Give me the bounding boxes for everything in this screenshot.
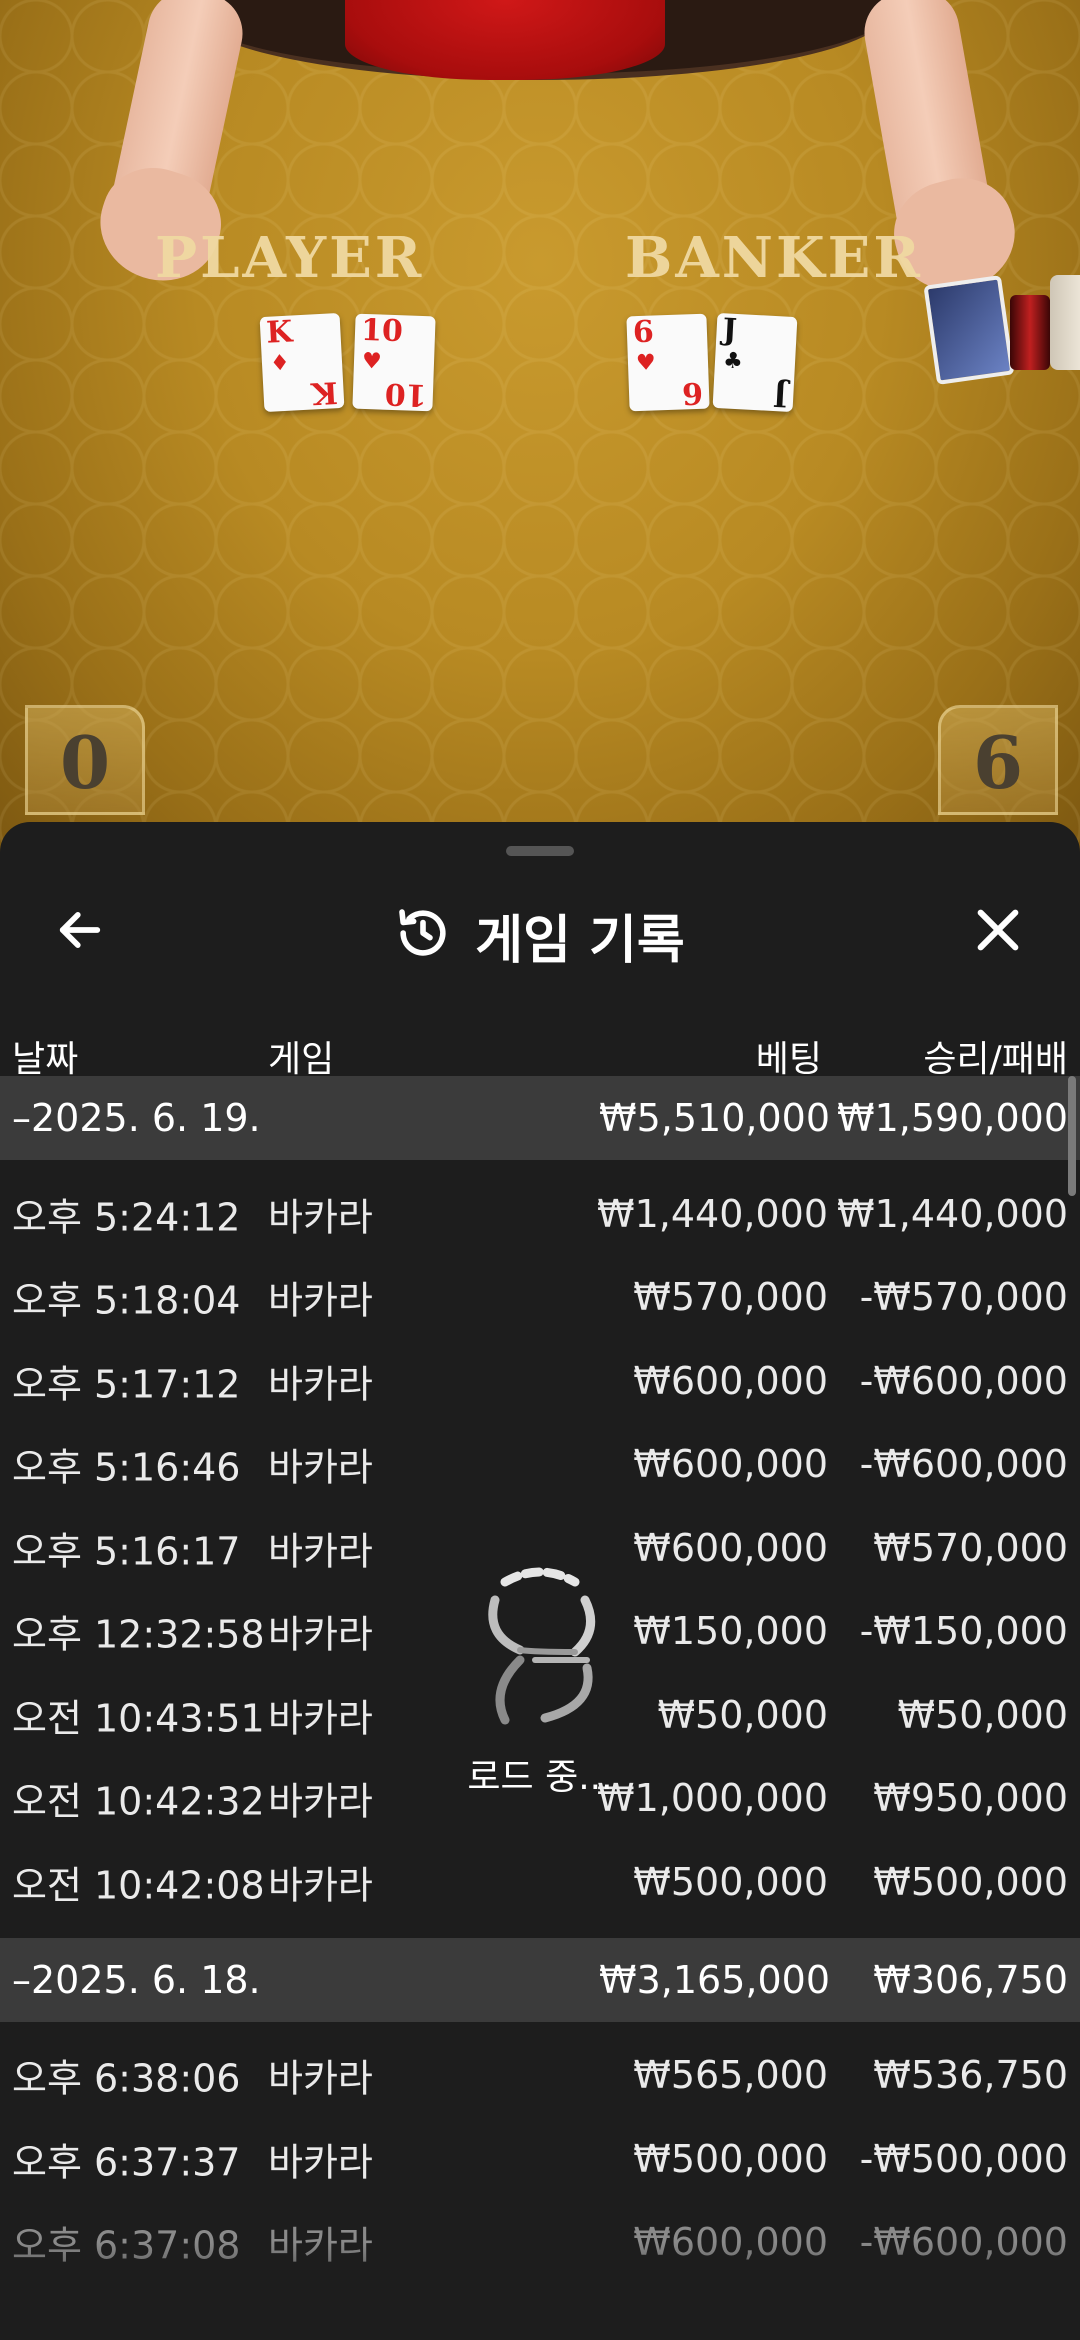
row-game: 바카라: [268, 1195, 373, 1240]
arrow-left-icon: [54, 904, 106, 960]
row-bet: ₩50,000: [657, 1692, 828, 1737]
group-total-win: ₩306,750: [873, 1957, 1068, 2002]
row-game: 바카라: [268, 1278, 373, 1323]
row-game: 바카라: [268, 1362, 373, 1407]
row-time: 오후 5:24:12: [12, 1195, 241, 1240]
row-game: 바카라: [268, 2140, 373, 2185]
banker-card-1: 6 ♥ 6: [626, 313, 710, 412]
row-bet: ₩565,000: [633, 2053, 828, 2098]
banker-label: BANKER: [625, 225, 923, 291]
row-game: 바카라: [268, 1696, 373, 1741]
card-shoe: [1010, 295, 1050, 370]
row-bet: ₩500,000: [633, 1859, 828, 1904]
player-card-1: K ♦ K: [259, 312, 345, 413]
column-header-date: 날짜: [12, 1039, 79, 1080]
row-bet: ₩600,000: [633, 1525, 828, 1570]
row-win-loss: ₩570,000: [873, 1525, 1068, 1570]
row-time: 오후 5:16:46: [12, 1445, 241, 1490]
loading-spinner-icon: [475, 1560, 605, 1734]
banker-card-2: J ♣ J: [712, 312, 798, 413]
row-time: 오후 6:38:06: [12, 2056, 241, 2101]
column-header-bet: 베팅: [755, 1039, 822, 1080]
discard-tray: [1050, 275, 1080, 370]
history-row[interactable]: 오전 10:42:08 바카라 ₩500,000 ₩500,000: [0, 1840, 1080, 1924]
group-total-win: ₩1,590,000: [837, 1096, 1068, 1140]
date-group-header[interactable]: –2025. 6. 19. ₩5,510,000 ₩1,590,000: [0, 1076, 1080, 1160]
group-total-bet: ₩3,165,000: [599, 1957, 830, 2002]
row-time: 오전 10:43:51: [12, 1696, 265, 1741]
player-score: 0: [25, 705, 145, 815]
close-button[interactable]: [958, 892, 1038, 972]
row-game: 바카라: [268, 1779, 373, 1824]
row-win-loss: ₩500,000: [873, 1859, 1068, 1904]
row-time: 오전 10:42:32: [12, 1779, 265, 1824]
row-time: 오후 5:16:17: [12, 1529, 241, 1574]
group-date: –2025. 6. 18.: [12, 1957, 261, 2002]
row-bet: ₩500,000: [633, 2136, 828, 2181]
row-win-loss: -₩600,000: [859, 1442, 1068, 1487]
row-game: 바카라: [268, 1445, 373, 1490]
row-time: 오후 12:32:58: [12, 1612, 265, 1657]
history-row[interactable]: 오후 5:18:04 바카라 ₩570,000 -₩570,000: [0, 1256, 1080, 1340]
row-win-loss: -₩570,000: [859, 1275, 1068, 1320]
loading-indicator: 로드 중...: [440, 1560, 640, 1800]
row-win-loss: -₩600,000: [859, 1358, 1068, 1403]
row-time: 오후 6:37:37: [12, 2140, 241, 2185]
dealer: [345, 0, 665, 80]
row-game: 바카라: [268, 1863, 373, 1908]
sheet-header: 게임 기록: [0, 880, 1080, 990]
sheet-title-group: 게임 기록: [0, 880, 1080, 990]
row-bet: ₩1,440,000: [597, 1191, 828, 1236]
date-group-header[interactable]: –2025. 6. 18. ₩3,165,000 ₩306,750: [0, 1937, 1080, 2022]
row-win-loss: ₩950,000: [873, 1776, 1068, 1821]
column-header-win-loss: 승리/패배: [923, 1039, 1068, 1080]
player-label: PLAYER: [155, 225, 425, 291]
card-deck: [923, 275, 1015, 385]
row-bet: ₩600,000: [633, 1358, 828, 1403]
row-bet: ₩600,000: [633, 1442, 828, 1487]
history-row[interactable]: 오후 6:38:06 바카라 ₩565,000 ₩536,750: [0, 2034, 1080, 2118]
row-win-loss: ₩50,000: [897, 1692, 1068, 1737]
history-icon: [395, 905, 451, 965]
row-win-loss: ₩536,750: [873, 2053, 1068, 2098]
column-header-game: 게임: [268, 1039, 335, 1080]
history-row[interactable]: 오후 5:17:12 바카라 ₩600,000 -₩600,000: [0, 1339, 1080, 1423]
row-time: 오전 10:42:08: [12, 1863, 265, 1908]
row-win-loss: ₩1,440,000: [837, 1191, 1068, 1236]
row-bet: ₩150,000: [633, 1609, 828, 1654]
sheet-title: 게임 기록: [475, 910, 685, 971]
loading-text: 로드 중...: [467, 1757, 613, 1798]
player-card-2: 10 ♥ 10: [352, 313, 436, 412]
row-win-loss: -₩150,000: [859, 1609, 1068, 1654]
row-game: 바카라: [268, 1612, 373, 1657]
history-row[interactable]: 오후 5:16:46 바카라 ₩600,000 -₩600,000: [0, 1423, 1080, 1507]
row-time: 오후 5:17:12: [12, 1362, 241, 1407]
back-button[interactable]: [40, 892, 120, 972]
row-game: 바카라: [268, 1529, 373, 1574]
row-win-loss: -₩500,000: [859, 2136, 1068, 2181]
group-date: –2025. 6. 19.: [12, 1096, 261, 1140]
live-video-feed: PLAYER BANKER K ♦ K 10 ♥ 10 6 ♥ 6 J ♣ J …: [0, 0, 1080, 880]
sheet-drag-handle[interactable]: [506, 846, 574, 856]
close-icon: [972, 904, 1024, 960]
list-fade: [0, 2242, 1080, 2340]
row-bet: ₩570,000: [633, 1275, 828, 1320]
row-game: 바카라: [268, 2056, 373, 2101]
group-total-bet: ₩5,510,000: [599, 1096, 830, 1140]
history-row[interactable]: 오후 6:37:37 바카라 ₩500,000 -₩500,000: [0, 2117, 1080, 2201]
row-time: 오후 5:18:04: [12, 1278, 241, 1323]
banker-score: 6: [938, 705, 1058, 815]
scrollbar[interactable]: [1068, 1076, 1076, 1196]
history-row[interactable]: 오후 5:24:12 바카라 ₩1,440,000 ₩1,440,000: [0, 1172, 1080, 1256]
